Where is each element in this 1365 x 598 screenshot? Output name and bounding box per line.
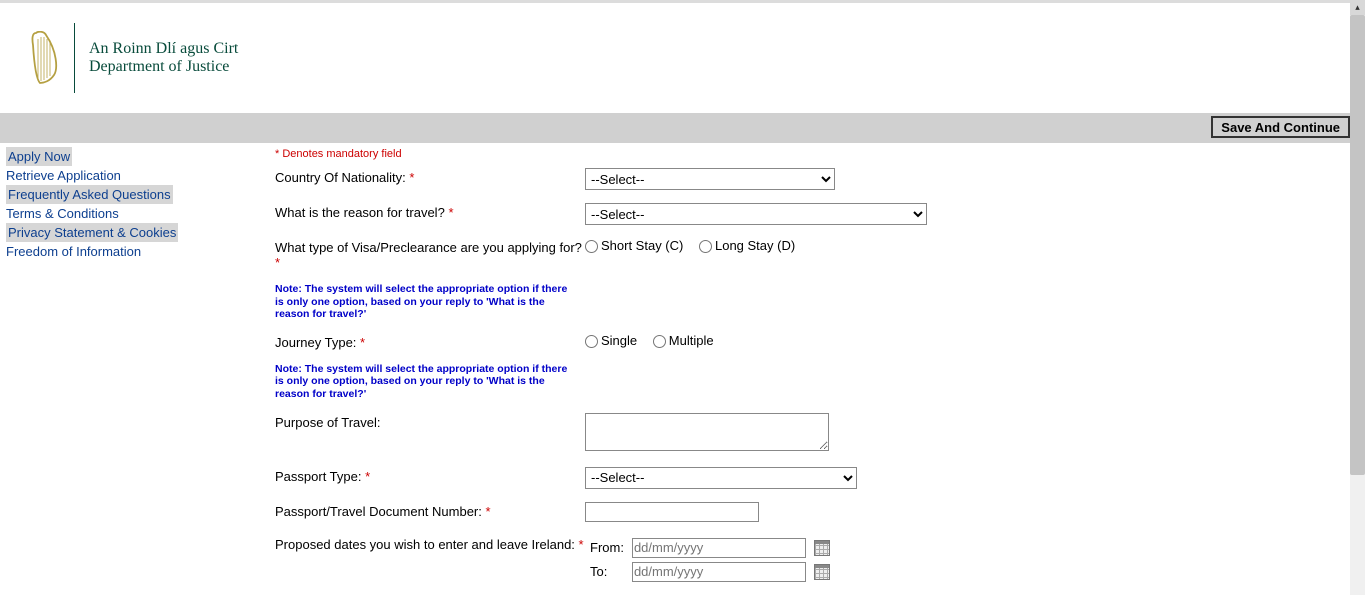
calendar-icon[interactable] [814,540,830,556]
label-reason: What is the reason for travel? * [275,203,585,220]
sidebar-item-faq[interactable]: Frequently Asked Questions [6,185,173,204]
radio-multiple[interactable]: Multiple [653,333,714,348]
logo-separator [74,23,75,93]
label-visa-type: What type of Visa/Preclearance are you a… [275,238,585,270]
label-journey-type: Journey Type: * [275,333,585,350]
dates-table: From: To: [585,535,835,585]
logo-banner: An Roinn Dlí agus Cirt Department of Jus… [0,3,1365,113]
date-to-input[interactable] [632,562,806,582]
label-purpose: Purpose of Travel: [275,413,585,430]
label-to: To: [587,561,627,583]
action-bar: Save And Continue [0,113,1365,143]
scroll-thumb[interactable] [1350,15,1365,475]
logo-line-1: An Roinn Dlí agus Cirt [89,40,238,58]
save-and-continue-button[interactable]: Save And Continue [1211,116,1350,138]
label-doc-number: Passport/Travel Document Number: * [275,502,585,519]
harp-icon [30,31,60,85]
visa-type-radio-group: Short Stay (C) Long Stay (D) [585,238,807,253]
sidebar-item-retrieve-application[interactable]: Retrieve Application [6,166,180,185]
radio-short-stay[interactable]: Short Stay (C) [585,238,683,253]
mandatory-field-note: * Denotes mandatory field [275,145,1335,168]
passport-number-input[interactable] [585,502,759,522]
vertical-scrollbar[interactable]: ▴ [1350,0,1365,595]
radio-multiple-input[interactable] [653,335,666,348]
sidebar-item-terms[interactable]: Terms & Conditions [6,204,180,223]
reason-for-travel-select[interactable]: --Select-- [585,203,927,225]
radio-long-stay[interactable]: Long Stay (D) [699,238,795,253]
scroll-up-arrow-icon[interactable]: ▴ [1350,0,1365,15]
form-area: * Denotes mandatory field Country Of Nat… [180,145,1365,598]
label-passport-type: Passport Type: * [275,467,585,484]
journey-type-radio-group: Single Multiple [585,333,726,348]
nationality-select[interactable]: --Select-- [585,168,835,190]
purpose-of-travel-textarea[interactable] [585,413,829,451]
sidebar-item-privacy[interactable]: Privacy Statement & Cookies [6,223,178,242]
radio-single[interactable]: Single [585,333,637,348]
sidebar-nav: Apply Now Retrieve Application Frequentl… [0,145,180,261]
radio-short-stay-input[interactable] [585,240,598,253]
date-from-input[interactable] [632,538,806,558]
sidebar-item-foi[interactable]: Freedom of Information [6,242,180,261]
label-proposed-dates: Proposed dates you wish to enter and lea… [275,535,585,552]
visa-type-note: Note: The system will select the appropr… [275,283,575,321]
calendar-icon[interactable] [814,564,830,580]
label-from: From: [587,537,627,559]
sidebar-item-apply-now[interactable]: Apply Now [6,147,72,166]
passport-type-select[interactable]: --Select-- [585,467,857,489]
journey-type-note: Note: The system will select the appropr… [275,363,575,401]
radio-single-input[interactable] [585,335,598,348]
radio-long-stay-input[interactable] [699,240,712,253]
label-nationality: Country Of Nationality: * [275,168,585,185]
logo-line-2: Department of Justice [89,58,238,76]
department-name: An Roinn Dlí agus Cirt Department of Jus… [89,40,238,76]
